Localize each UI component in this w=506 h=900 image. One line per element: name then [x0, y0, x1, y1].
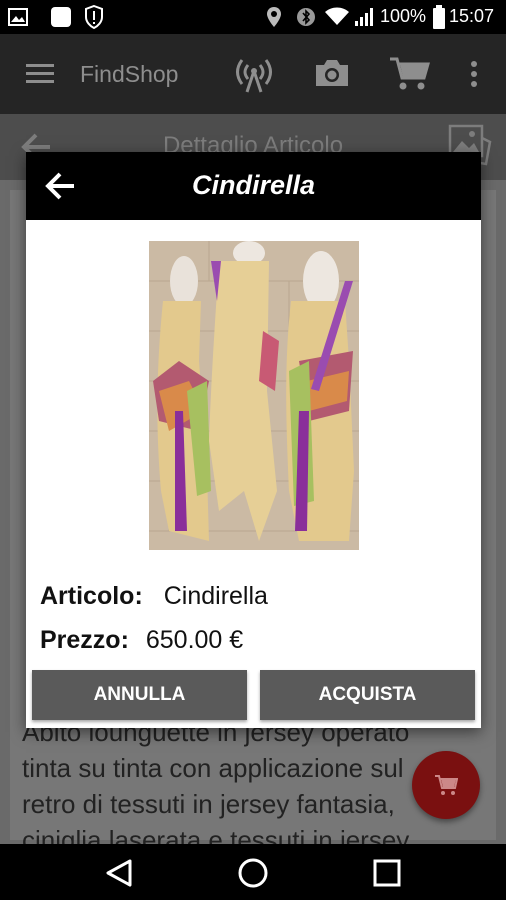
price-value: 650.00 € [145, 626, 244, 654]
cart-fab-button[interactable] [412, 751, 480, 819]
price-row: Prezzo: 650.00 € [40, 626, 243, 655]
navigation-bar [0, 844, 506, 900]
buy-button[interactable]: ACQUISTA [260, 670, 475, 720]
app-bar: FindShop [0, 34, 506, 114]
cart-icon[interactable] [388, 56, 430, 92]
cancel-button[interactable]: ANNULLA [32, 670, 247, 720]
battery-icon [433, 5, 445, 29]
price-label: Prezzo: [40, 626, 129, 654]
location-icon [267, 7, 281, 27]
cart-icon [435, 775, 458, 795]
back-triangle-icon[interactable] [104, 858, 134, 888]
battery-percent: 100% [380, 6, 427, 26]
article-value: Cindirella [163, 582, 268, 610]
app-title: FindShop [80, 61, 179, 87]
purchase-dialog: Cindirella Articolo: Cindirella Prezzo: … [26, 152, 481, 728]
dialog-title: Cindirella [191, 170, 316, 200]
menu-icon[interactable] [26, 62, 54, 84]
product-image [149, 241, 359, 550]
camera-icon[interactable] [314, 58, 350, 88]
clock: 15:07 [449, 6, 495, 26]
status-bar: 100% 15:07 [0, 0, 506, 34]
signal-icon [355, 8, 373, 26]
recents-square-icon[interactable] [372, 858, 402, 888]
image-icon [8, 8, 28, 26]
square-icon [51, 7, 71, 27]
overflow-menu-icon[interactable] [470, 60, 478, 88]
wifi-icon [325, 7, 349, 25]
article-label: Articolo: [40, 582, 143, 610]
article-row: Articolo: Cindirella [40, 582, 268, 611]
dialog-header: Cindirella [26, 152, 481, 220]
home-circle-icon[interactable] [237, 857, 269, 889]
bluetooth-icon [297, 8, 315, 26]
shield-alert-icon [85, 5, 103, 29]
antenna-icon[interactable] [234, 54, 274, 94]
